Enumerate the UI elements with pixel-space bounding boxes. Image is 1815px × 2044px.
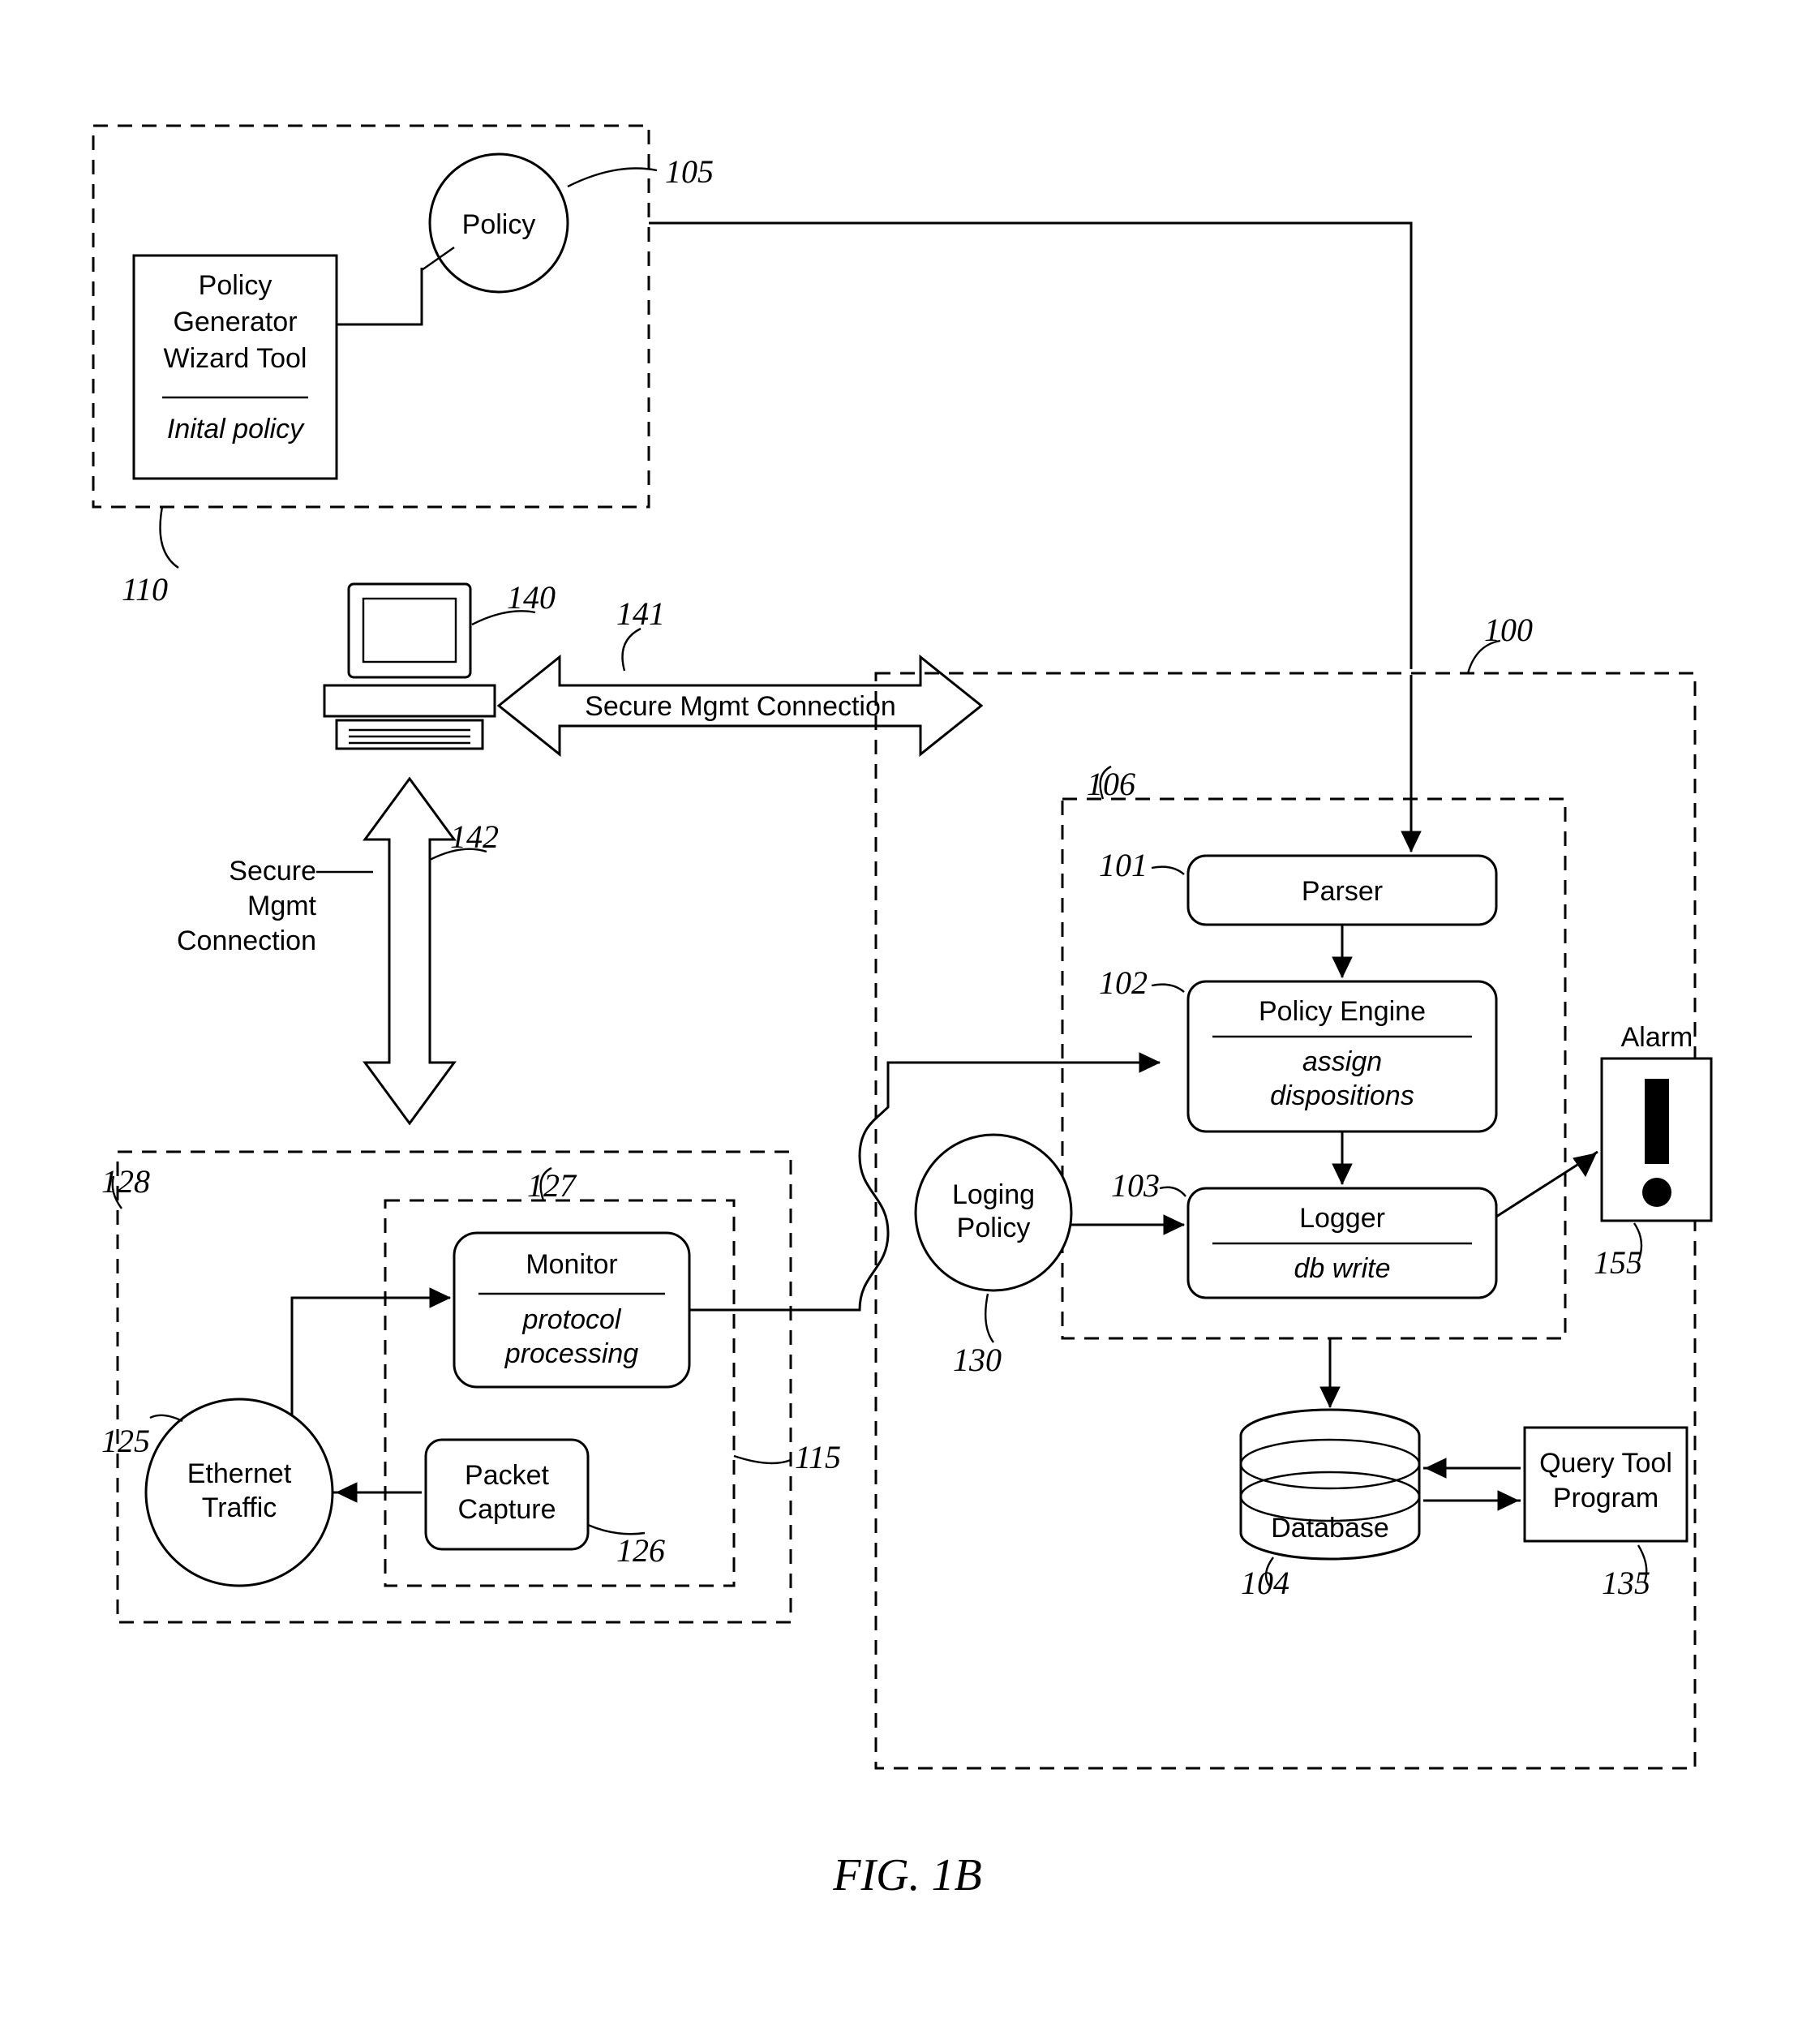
parser-box: Parser bbox=[1188, 856, 1496, 925]
monitor-it2: processing bbox=[504, 1338, 639, 1369]
logging-policy-circle: Loging Policy bbox=[916, 1135, 1071, 1290]
monitor-it1: protocol bbox=[522, 1304, 622, 1335]
ref-100: 100 bbox=[1484, 612, 1533, 648]
database-label: Database bbox=[1271, 1513, 1389, 1544]
ref-142: 142 bbox=[450, 818, 499, 855]
ref-127: 127 bbox=[527, 1167, 577, 1204]
policy-engine-it1: assign bbox=[1302, 1046, 1382, 1077]
logging-line1: Loging bbox=[952, 1179, 1035, 1210]
policy-wizard-box: Policy Generator Wizard Tool Inital poli… bbox=[134, 256, 337, 479]
logger-box: Logger db write bbox=[1188, 1188, 1496, 1298]
ref-155: 155 bbox=[1594, 1244, 1642, 1281]
ethernet-circle: Ethernet Traffic bbox=[146, 1399, 333, 1586]
ref-104: 104 bbox=[1241, 1565, 1289, 1601]
logger-label: Logger bbox=[1299, 1203, 1385, 1234]
ref-135: 135 bbox=[1602, 1565, 1650, 1601]
wizard-line2: Generator bbox=[173, 307, 297, 337]
secure-mgmt-arrow-v bbox=[365, 779, 454, 1123]
ref-141: 141 bbox=[616, 595, 665, 632]
policy-engine-box: Policy Engine assign dispositions bbox=[1188, 981, 1496, 1132]
diagram-canvas: Policy Generator Wizard Tool Inital poli… bbox=[0, 0, 1815, 2044]
ref-110: 110 bbox=[122, 571, 168, 608]
secure-v-line1: Secure bbox=[229, 856, 316, 887]
query-tool-line1: Query Tool bbox=[1539, 1448, 1672, 1479]
policy-circle: Policy bbox=[430, 154, 568, 292]
query-tool-box: Query Tool Program bbox=[1525, 1428, 1687, 1541]
ref-125: 125 bbox=[101, 1423, 150, 1459]
secure-mgmt-h-label: Secure Mgmt Connection bbox=[585, 691, 896, 722]
monitor-label: Monitor bbox=[526, 1249, 617, 1280]
policy-engine-it2: dispositions bbox=[1270, 1080, 1414, 1111]
ref-103: 103 bbox=[1111, 1167, 1160, 1204]
ethernet-line1: Ethernet bbox=[187, 1458, 292, 1489]
ref-101: 101 bbox=[1099, 847, 1148, 883]
figure-caption: FIG. 1B bbox=[832, 1850, 982, 1900]
alarm-label: Alarm bbox=[1621, 1022, 1693, 1053]
logging-line2: Policy bbox=[957, 1213, 1031, 1243]
secure-v-line2: Mgmt bbox=[247, 891, 317, 921]
parser-label: Parser bbox=[1302, 876, 1383, 907]
wizard-line3: Wizard Tool bbox=[164, 343, 307, 374]
ref-106: 106 bbox=[1087, 766, 1135, 802]
ref-140: 140 bbox=[507, 579, 556, 616]
query-tool-line2: Program bbox=[1553, 1483, 1658, 1514]
ref-102: 102 bbox=[1099, 964, 1148, 1001]
ref-126: 126 bbox=[616, 1532, 665, 1569]
ref-128: 128 bbox=[101, 1163, 150, 1200]
packet-line1: Packet bbox=[465, 1460, 549, 1491]
ref-130: 130 bbox=[953, 1342, 1002, 1378]
wizard-line1: Policy bbox=[199, 270, 272, 301]
policy-circle-label: Policy bbox=[462, 209, 536, 240]
logger-it: db write bbox=[1294, 1253, 1390, 1284]
database-icon: Database bbox=[1241, 1410, 1419, 1559]
packet-line2: Capture bbox=[458, 1494, 556, 1525]
packet-capture-box: Packet Capture bbox=[426, 1440, 588, 1549]
secure-mgmt-arrow-h: Secure Mgmt Connection bbox=[499, 657, 981, 754]
workstation-icon bbox=[324, 584, 495, 749]
ref-115: 115 bbox=[795, 1439, 841, 1475]
ethernet-line2: Traffic bbox=[202, 1492, 277, 1523]
ref-105: 105 bbox=[665, 153, 714, 190]
secure-v-line3: Connection bbox=[177, 925, 316, 956]
policy-engine-label: Policy Engine bbox=[1259, 996, 1426, 1027]
wizard-italic: Inital policy bbox=[167, 414, 305, 444]
monitor-box: Monitor protocol processing bbox=[454, 1233, 689, 1387]
